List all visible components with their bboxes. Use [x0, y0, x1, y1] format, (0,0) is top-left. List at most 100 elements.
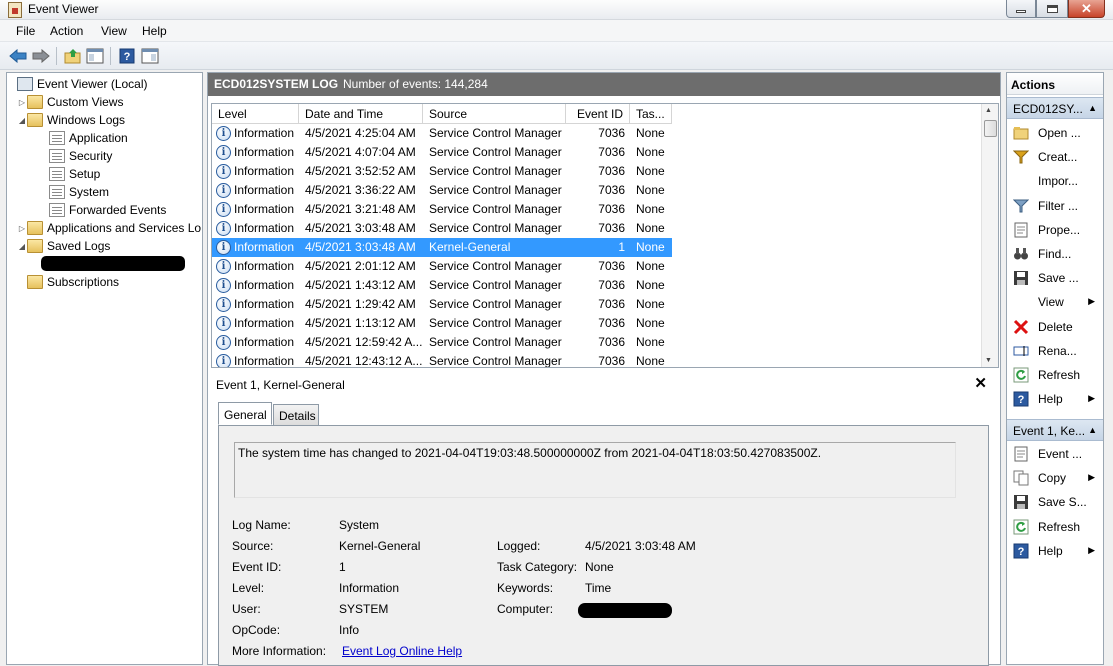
tree-item-forwarded-events[interactable]: Forwarded Events	[49, 201, 166, 219]
action-refresh[interactable]: Refresh	[1007, 363, 1103, 387]
menu-view[interactable]: View	[101, 24, 127, 38]
event-list: Level Date and Time Source Event ID Tas.…	[211, 103, 999, 368]
collapse-caret-icon[interactable]: ▲	[1088, 103, 1097, 113]
help-button[interactable]: ?	[118, 47, 136, 65]
scroll-up-arrow-icon[interactable]: ▲	[985, 107, 992, 114]
event-row[interactable]: i Information 4/5/2021 12:43:12 A... Servic…	[212, 352, 672, 368]
event-id-cell: 7036	[598, 316, 625, 330]
action-find[interactable]: Find...	[1007, 242, 1103, 266]
action-copy[interactable]: Copy ▶	[1007, 466, 1103, 490]
action-impor[interactable]: Impor...	[1007, 169, 1103, 193]
back-button[interactable]	[9, 47, 27, 65]
event-row[interactable]: i Information 4/5/2021 3:03:48 AM Kernel-Ge…	[212, 238, 672, 257]
tab-details[interactable]: Details	[273, 404, 319, 426]
column-header-event-id[interactable]: Event ID	[566, 104, 630, 124]
scroll-down-arrow-icon[interactable]: ▼	[985, 357, 992, 364]
action-refresh[interactable]: Refresh	[1007, 515, 1103, 539]
column-header-level[interactable]: Level	[212, 104, 299, 124]
menu-file[interactable]: File	[16, 24, 35, 38]
action-prope[interactable]: Prope...	[1007, 218, 1103, 242]
tree-item-application[interactable]: Application	[49, 129, 128, 147]
action-filter[interactable]: Filter ...	[1007, 194, 1103, 218]
tree-item-windows-logs[interactable]: ◢ Windows Logs	[17, 111, 125, 129]
menu-action[interactable]: Action	[50, 24, 83, 38]
collapse-caret-icon[interactable]: ▲	[1088, 425, 1097, 435]
collapse-arrow-icon[interactable]: ◢	[17, 116, 27, 125]
tree-item-system[interactable]: System	[49, 183, 109, 201]
action-rena[interactable]: Rena...	[1007, 339, 1103, 363]
action-label: Impor...	[1038, 174, 1079, 189]
datetime-cell: 4/5/2021 3:52:52 AM	[305, 164, 416, 178]
action-save[interactable]: Save ...	[1007, 266, 1103, 290]
show-hide-console-tree-button[interactable]	[86, 47, 104, 65]
event-row[interactable]: i Information 4/5/2021 1:29:42 AM Service C…	[212, 295, 672, 314]
event-row[interactable]: i Information 4/5/2021 4:07:04 AM Service C…	[212, 143, 672, 162]
tree-item-event-viewer-local[interactable]: Event Viewer (Local)	[11, 75, 148, 93]
close-button[interactable]: ✕	[1068, 0, 1105, 18]
event-description[interactable]: The system time has changed to 2021-04-0…	[234, 442, 956, 498]
help-icon: ?	[1013, 391, 1029, 407]
event-list-scrollbar[interactable]: ▲ ▼	[981, 104, 998, 367]
tab-general[interactable]: General	[218, 402, 272, 425]
action-help[interactable]: ? Help ▶	[1007, 539, 1103, 563]
event-id-cell: 7036	[598, 202, 625, 216]
maximize-button[interactable]	[1036, 0, 1068, 18]
minimize-button[interactable]	[1006, 0, 1036, 18]
close-detail-icon[interactable]: ✕	[974, 374, 987, 392]
tree-item-security[interactable]: Security	[49, 147, 112, 165]
information-icon: i	[216, 278, 231, 293]
expand-arrow-icon[interactable]: ▷	[17, 224, 27, 233]
actions-section-log[interactable]: ECD012SY... ▲	[1007, 97, 1103, 119]
action-creat[interactable]: Creat...	[1007, 145, 1103, 169]
level-cell: Information	[234, 202, 295, 216]
menu-help[interactable]: Help	[142, 24, 167, 38]
action-event[interactable]: Event ...	[1007, 442, 1103, 466]
event-log-online-help-link[interactable]: Event Log Online Help	[342, 644, 462, 658]
keywords-label: Keywords:	[497, 581, 554, 595]
tree-item-custom-views[interactable]: ▷ Custom Views	[17, 93, 123, 111]
show-hide-action-pane-button[interactable]	[141, 47, 159, 65]
expand-arrow-icon[interactable]: ▷	[17, 98, 27, 107]
event-properties-icon	[1014, 446, 1028, 462]
action-view[interactable]: View ▶	[1007, 290, 1103, 314]
event-row[interactable]: i Information 4/5/2021 3:21:48 AM Service C…	[212, 200, 672, 219]
tree-item-applications-and-services-logs[interactable]: ▷ Applications and Services Lo	[17, 219, 201, 237]
column-header-task[interactable]: Tas...	[630, 104, 672, 124]
event-row[interactable]: i Information 4/5/2021 4:25:04 AM Service C…	[212, 124, 672, 143]
source-value: Kernel-General	[339, 539, 421, 553]
collapse-arrow-icon[interactable]: ◢	[17, 242, 27, 251]
task-cell: None	[636, 316, 665, 330]
actions-section-event[interactable]: Event 1, Ke... ▲	[1007, 419, 1103, 441]
event-row[interactable]: i Information 4/5/2021 2:01:12 AM Service C…	[212, 257, 672, 276]
event-row[interactable]: i Information 4/5/2021 1:43:12 AM Service C…	[212, 276, 672, 295]
console-tree-icon	[86, 48, 104, 64]
scrollbar-thumb[interactable]	[984, 120, 997, 137]
column-header-date-time[interactable]: Date and Time	[299, 104, 423, 124]
event-row[interactable]: i Information 4/5/2021 3:03:48 AM Service C…	[212, 219, 672, 238]
actions-title: Actions	[1007, 73, 1103, 95]
source-cell: Service Control Manager	[429, 259, 562, 273]
refresh-icon	[1013, 367, 1029, 383]
event-row[interactable]: i Information 4/5/2021 3:36:22 AM Service C…	[212, 181, 672, 200]
forward-button[interactable]	[32, 47, 50, 65]
column-header-source[interactable]: Source	[423, 104, 566, 124]
event-row[interactable]: i Information 4/5/2021 1:13:12 AM Service C…	[212, 314, 672, 333]
action-open[interactable]: Open ...	[1007, 121, 1103, 145]
event-row[interactable]: i Information 4/5/2021 12:59:42 A... Servic…	[212, 333, 672, 352]
task-cell: None	[636, 240, 665, 254]
event-row[interactable]: i Information 4/5/2021 3:52:52 AM Service C…	[212, 162, 672, 181]
source-label: Source:	[232, 539, 274, 553]
action-label: Filter ...	[1038, 198, 1079, 213]
tree-item-setup[interactable]: Setup	[49, 165, 100, 183]
task-cell: None	[636, 297, 665, 311]
redacted-saved-log[interactable]	[41, 256, 185, 271]
action-delete[interactable]: Delete	[1007, 315, 1103, 339]
action-help[interactable]: ? Help ▶	[1007, 387, 1103, 411]
computer-label: Computer:	[497, 602, 554, 616]
up-folder-button[interactable]	[64, 47, 82, 65]
action-save-s[interactable]: Save S...	[1007, 490, 1103, 514]
datetime-cell: 4/5/2021 2:01:12 AM	[305, 259, 416, 273]
tree-item-subscriptions[interactable]: Subscriptions	[27, 273, 119, 291]
tree-item-saved-logs[interactable]: ◢ Saved Logs	[17, 237, 110, 255]
source-cell: Service Control Manager	[429, 354, 562, 368]
